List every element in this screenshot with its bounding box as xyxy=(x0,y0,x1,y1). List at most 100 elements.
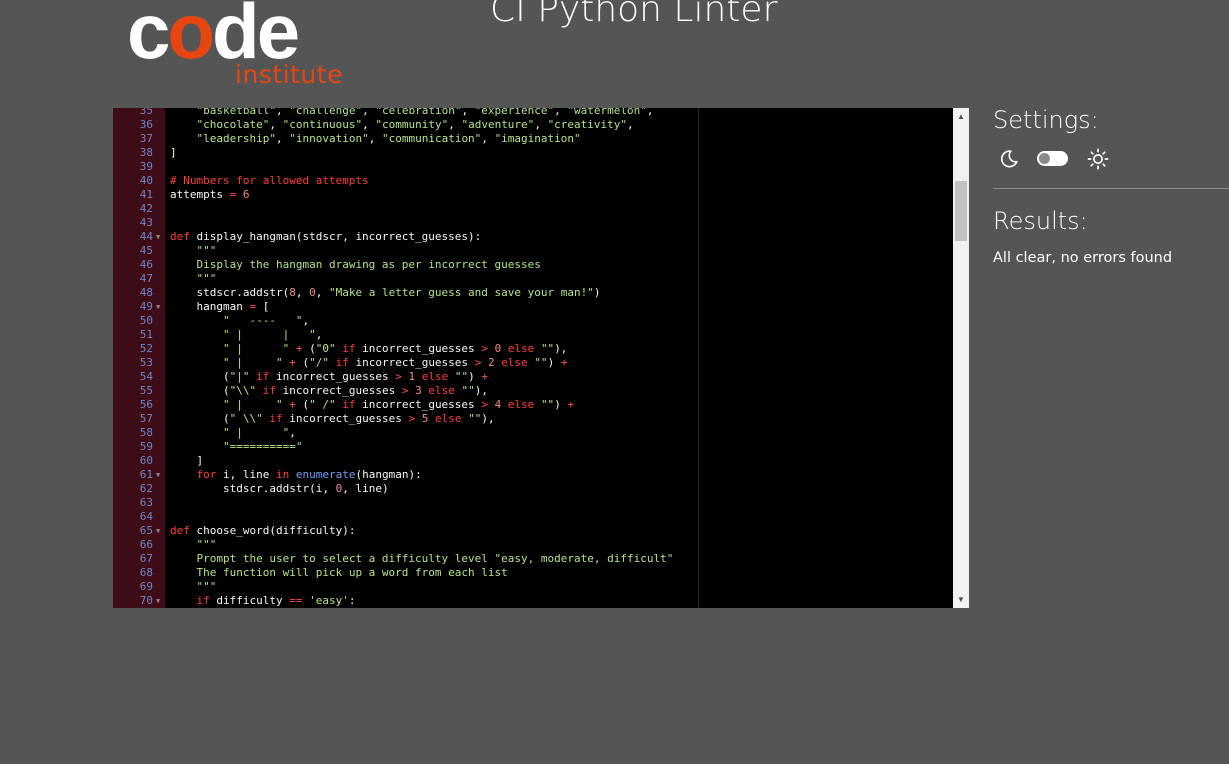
code-token: "innovation" xyxy=(289,132,369,145)
fold-arrow-icon[interactable]: ▼ xyxy=(156,230,160,244)
code-token: "\\" xyxy=(229,384,257,397)
code-token: ] xyxy=(170,146,177,159)
fold-arrow-icon[interactable]: ▼ xyxy=(156,300,160,314)
scrollbar-thumb[interactable] xyxy=(955,181,967,241)
code-token: if xyxy=(335,356,349,369)
code-token: if xyxy=(342,342,356,355)
code-line[interactable]: 60 ] xyxy=(113,454,953,468)
fold-arrow-icon[interactable]: ▼ xyxy=(156,594,160,608)
code-text: stdscr.addstr(8, 0, "Make a letter guess… xyxy=(170,286,600,300)
code-text: def choose_word(difficulty): xyxy=(170,524,355,538)
line-number: 61 xyxy=(139,468,153,481)
code-token: "" xyxy=(454,370,469,383)
scroll-up-arrow-icon[interactable]: ▲ xyxy=(953,108,969,125)
code-token: in xyxy=(275,468,290,481)
code-line[interactable]: 58 " | ", xyxy=(113,426,953,440)
fold-arrow-icon[interactable]: ▼ xyxy=(156,468,160,482)
code-token: "0" xyxy=(315,342,336,355)
code-line[interactable]: 48 stdscr.addstr(8, 0, "Make a letter gu… xyxy=(113,286,953,300)
fold-arrow-icon[interactable]: ▼ xyxy=(156,524,160,538)
code-line[interactable]: 39 xyxy=(113,160,953,174)
code-text: ] xyxy=(170,146,177,160)
code-line[interactable]: 61 ▼ for i, line in enumerate(hangman): xyxy=(113,468,953,482)
code-line[interactable]: 68 The function will pick up a word from… xyxy=(113,566,953,580)
code-line[interactable]: 59 "==========" xyxy=(113,440,953,454)
code-text: ] xyxy=(170,454,203,468)
line-number: 57 xyxy=(139,412,153,425)
code-line[interactable]: 63 xyxy=(113,496,953,510)
code-text: """ xyxy=(170,272,217,286)
code-token: 6 xyxy=(242,188,250,201)
dark-mode-toggle[interactable] xyxy=(1037,151,1068,166)
code-line[interactable]: 35 "basketball", "challenge", "celebrati… xyxy=(113,108,953,118)
code-token: display_hangman(stdscr, incorrect_guesse… xyxy=(189,230,482,243)
code-line[interactable]: 45 """ xyxy=(113,244,953,258)
code-line[interactable]: 66 """ xyxy=(113,538,953,552)
code-token: ) xyxy=(547,356,561,369)
code-token: ) xyxy=(554,398,568,411)
code-line[interactable]: 57 (" \\" if incorrect_guesses > 5 else … xyxy=(113,412,953,426)
code-line[interactable]: 49 ▼ hangman = [ xyxy=(113,300,953,314)
code-editor[interactable]: 35 "basketball", "challenge", "celebrati… xyxy=(113,108,969,608)
code-token: " \\" xyxy=(229,412,263,425)
code-token: if xyxy=(269,412,283,425)
code-token: attempts xyxy=(170,188,230,201)
code-line[interactable]: 50 " ---- ", xyxy=(113,314,953,328)
logo-subtitle: institute xyxy=(235,60,343,89)
code-line[interactable]: 64 xyxy=(113,510,953,524)
code-token: "" xyxy=(461,384,475,397)
code-line[interactable]: 36 "chocolate", "continuous", "community… xyxy=(113,118,953,132)
code-text: "chocolate", "continuous", "community", … xyxy=(170,118,634,132)
line-number: 70 xyxy=(139,594,153,607)
code-line[interactable]: 54 ("|" if incorrect_guesses > 1 else ""… xyxy=(113,370,953,384)
code-line[interactable]: 55 ("\\" if incorrect_guesses > 3 else "… xyxy=(113,384,953,398)
code-token: > xyxy=(481,342,488,355)
code-text: " ---- ", xyxy=(170,314,309,328)
line-number: 49 xyxy=(139,300,153,313)
code-line[interactable]: 53 " | " + ("/" if incorrect_guesses > 2… xyxy=(113,356,953,370)
code-line[interactable]: 56 " | " + (" /" if incorrect_guesses > … xyxy=(113,398,953,412)
code-line[interactable]: 47 """ xyxy=(113,272,953,286)
code-line[interactable]: 51 " | | ", xyxy=(113,328,953,342)
line-number: 53 xyxy=(139,356,153,369)
scroll-down-arrow-icon[interactable]: ▼ xyxy=(953,591,969,608)
code-line[interactable]: 52 " | " + ("0" if incorrect_guesses > 0… xyxy=(113,342,953,356)
code-line[interactable]: 38] xyxy=(113,146,953,160)
code-line[interactable]: 40 # Numbers for allowed attempts xyxy=(113,174,953,188)
code-token: "watermelon" xyxy=(567,108,647,117)
code-text: ("|" if incorrect_guesses > 1 else "") + xyxy=(170,370,488,384)
code-institute-logo[interactable]: code institute xyxy=(127,0,357,92)
code-line[interactable]: 65 ▼ def choose_word(difficulty): xyxy=(113,524,953,538)
code-line[interactable]: 46 Display the hangman drawing as per in… xyxy=(113,258,953,272)
code-token: "" xyxy=(468,412,482,425)
code-token: "" xyxy=(534,356,548,369)
code-token: "creativity" xyxy=(547,118,628,131)
code-line[interactable]: 69 """ xyxy=(113,580,953,594)
code-line[interactable]: 42 xyxy=(113,202,953,216)
code-line[interactable]: 44 ▼ def display_hangman(stdscr, incorrect… xyxy=(113,230,953,244)
editor-scrollbar[interactable]: ▲ ▼ xyxy=(953,108,969,608)
code-lines[interactable]: 35 "basketball", "challenge", "celebrati… xyxy=(113,108,953,608)
code-line[interactable]: 43 xyxy=(113,216,953,230)
code-text: Display the hangman drawing as per incor… xyxy=(170,258,541,272)
sun-icon xyxy=(1087,148,1109,170)
code-line[interactable]: 62 stdscr.addstr(i, 0, line) xyxy=(113,482,953,496)
code-token: ( xyxy=(295,398,310,411)
code-line[interactable]: 41 attempts = 6 xyxy=(113,188,953,202)
code-line[interactable]: 37 "leadership", "innovation", "communic… xyxy=(113,132,953,146)
code-line[interactable]: 67 Prompt the user to select a difficult… xyxy=(113,552,953,566)
code-line[interactable]: 70 ▼ if difficulty == 'easy': xyxy=(113,594,953,608)
code-token: incorrect_guesses xyxy=(355,342,482,355)
code-token: , xyxy=(362,118,376,131)
